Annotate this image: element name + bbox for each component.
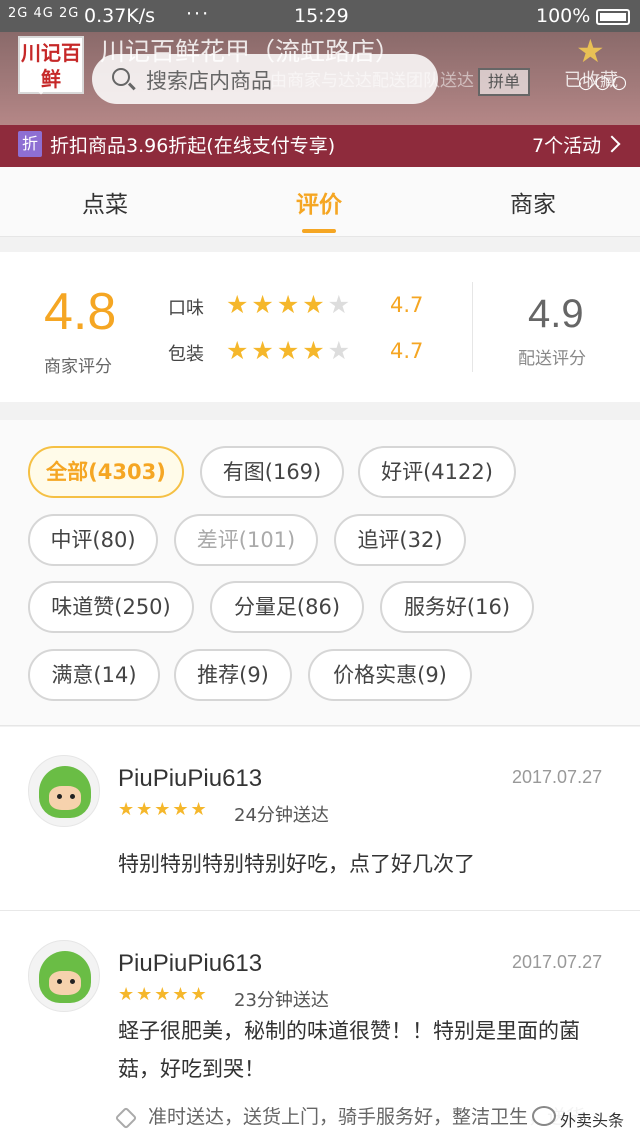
page: 2G 4G 2G 0.37K/s ··· 15:29 100% 川记百鲜 川记百… xyxy=(0,0,640,1138)
review-list: PiuPiuPiu613 2017.07.27 ★★★★★ 24分钟送达 特别特… xyxy=(0,727,640,1138)
status-bar: 2G 4G 2G 0.37K/s ··· 15:29 100% xyxy=(0,0,640,32)
merchant-score: 4.8 xyxy=(44,283,117,341)
store-header: 川记百鲜 川记百鲜花甲（流虹路店） 由商家与达达配送团队送达 搜索店内商品 拼单… xyxy=(0,32,640,125)
avatar-eye xyxy=(57,794,62,799)
filter-negative[interactable]: 差评(101) xyxy=(174,514,318,566)
clock: 15:29 xyxy=(294,5,349,27)
chevron-right-icon xyxy=(603,135,621,153)
filter-good-service[interactable]: 服务好(16) xyxy=(380,581,534,633)
filter-tasty[interactable]: 味道赞(250) xyxy=(28,581,194,633)
active-tab-indicator xyxy=(302,229,336,233)
battery-level: 100% xyxy=(536,5,591,27)
store-logo: 川记百鲜 xyxy=(18,36,84,94)
filter-positive[interactable]: 好评(4122) xyxy=(358,446,516,498)
search-bar[interactable]: 搜索店内商品 xyxy=(92,54,438,104)
delivery-score-label: 配送评分 xyxy=(518,349,586,369)
review-tags: 准时送达，送货上门，骑手服务好，整洁卫生，送货 xyxy=(114,1102,586,1129)
favorite-star-icon[interactable]: ★ xyxy=(576,32,605,70)
discount-tag-icon: 折 xyxy=(18,131,42,157)
review-date: 2017.07.27 xyxy=(512,767,603,787)
discount-text: 折扣商品3.96折起(在线支付专享) xyxy=(50,135,336,157)
filter-follow-up[interactable]: 追评(32) xyxy=(334,514,466,566)
rating-divider xyxy=(472,282,473,372)
reviewer-name: PiuPiuPiu613 xyxy=(118,950,263,977)
filter-good-value[interactable]: 价格实惠(9) xyxy=(308,649,472,701)
taste-stars: ★★★★★ xyxy=(226,290,354,319)
review-stars: ★★★★★ xyxy=(118,799,209,820)
more-options-icon[interactable]: ○○○ xyxy=(578,72,628,93)
wechat-icon xyxy=(532,1106,556,1126)
delivery-time: 24分钟送达 xyxy=(234,805,329,826)
reviewer-name: PiuPiuPiu613 xyxy=(118,765,263,792)
avatar-eye xyxy=(70,794,75,799)
review-item[interactable]: PiuPiuPiu613 2017.07.27 ★★★★★ 24分钟送达 特别特… xyxy=(0,727,640,911)
group-order-button[interactable]: 拼单 xyxy=(478,68,530,96)
avatar[interactable] xyxy=(28,755,100,827)
avatar-face xyxy=(49,971,81,995)
filter-with-photos[interactable]: 有图(169) xyxy=(200,446,344,498)
tab-reviews[interactable]: 评价 xyxy=(296,185,342,219)
signal-icon: 2G 4G 2G xyxy=(8,6,80,21)
tag-icon xyxy=(114,1106,138,1129)
review-date: 2017.07.27 xyxy=(512,952,603,972)
merchant-score-label: 商家评分 xyxy=(44,357,112,377)
battery-icon xyxy=(596,9,630,25)
packaging-stars: ★★★★★ xyxy=(226,336,354,365)
watermark-text: 外卖头条 xyxy=(560,1111,625,1130)
review-text: 特别特别特别特别好吃，点了好几次了 xyxy=(118,852,475,876)
avatar-eye xyxy=(70,979,75,984)
filter-generous-portion[interactable]: 分量足(86) xyxy=(210,581,364,633)
more-status-icon: ··· xyxy=(186,3,211,25)
tab-bar: 点菜 评价 商家 xyxy=(0,167,640,237)
filter-all[interactable]: 全部(4303) xyxy=(28,446,184,498)
packaging-value: 4.7 xyxy=(390,339,424,363)
network-speed: 0.37K/s xyxy=(84,5,156,27)
filter-recommended[interactable]: 推荐(9) xyxy=(174,649,292,701)
filter-satisfied[interactable]: 满意(14) xyxy=(28,649,160,701)
review-tags-text: 准时送达，送货上门，骑手服务好，整洁卫生，送货 xyxy=(148,1106,586,1128)
avatar-eye xyxy=(57,979,62,984)
tab-order[interactable]: 点菜 xyxy=(82,185,128,219)
watermark: 外卖头条 xyxy=(528,1098,640,1138)
search-icon xyxy=(112,68,130,86)
avatar-face xyxy=(49,786,81,810)
search-placeholder: 搜索店内商品 xyxy=(146,69,272,93)
packaging-label: 包装 xyxy=(168,344,204,365)
review-text: 蛏子很肥美，秘制的味道很赞！！特别是里面的菌菇，好吃到哭！ xyxy=(118,1019,580,1081)
taste-value: 4.7 xyxy=(390,293,424,317)
tab-merchant[interactable]: 商家 xyxy=(510,185,556,219)
activity-count: 7个活动 xyxy=(532,135,602,157)
delivery-score: 4.9 xyxy=(528,292,584,336)
delivery-time: 23分钟送达 xyxy=(234,990,329,1011)
review-filters: 全部(4303) 有图(169) 好评(4122) 中评(80) 差评(101)… xyxy=(0,420,640,726)
rating-summary: 4.8 商家评分 口味 ★★★★★ 4.7 包装 ★★★★★ 4.7 4.9 配… xyxy=(0,252,640,402)
discount-banner[interactable]: 折 折扣商品3.96折起(在线支付专享) 7个活动 xyxy=(0,125,640,167)
review-stars: ★★★★★ xyxy=(118,984,209,1005)
taste-label: 口味 xyxy=(168,298,204,319)
filter-neutral[interactable]: 中评(80) xyxy=(28,514,158,566)
avatar[interactable] xyxy=(28,940,100,1012)
